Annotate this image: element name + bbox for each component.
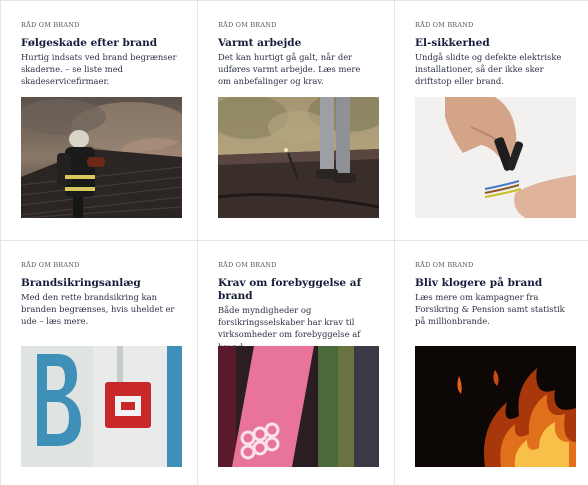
card-title[interactable]: Krav om forebyggelse af brand — [218, 277, 374, 303]
card-description: Undgå slidte og defekte elektriske insta… — [415, 52, 562, 87]
card-krav-om-forebyggelse[interactable]: RÅD OM BRAND Krav om forebyggelse af bra… — [198, 241, 395, 485]
card-bliv-klogere[interactable]: RÅD OM BRAND Bliv klogere på brand Læs m… — [395, 241, 588, 485]
card-eyebrow: RÅD OM BRAND — [415, 21, 474, 29]
card-eyebrow: RÅD OM BRAND — [218, 21, 277, 29]
card-title[interactable]: Bliv klogere på brand — [415, 277, 568, 290]
card-eyebrow: RÅD OM BRAND — [415, 261, 474, 269]
firefighter-roof-image[interactable] — [21, 97, 182, 218]
wire-stripping-image[interactable] — [415, 97, 576, 218]
fire-alarm-image[interactable] — [21, 346, 182, 467]
roofer-torch-image[interactable] — [218, 97, 379, 218]
binders-image[interactable] — [218, 346, 379, 467]
card-el-sikkerhed[interactable]: RÅD OM BRAND El-sikkerhed Undgå slidte o… — [395, 1, 588, 241]
card-description: Læs mere om kampagner fra Forsikring & P… — [415, 292, 565, 327]
card-title[interactable]: Varmt arbejde — [218, 37, 374, 50]
card-description: Det kan hurtigt gå galt, når der udføres… — [218, 52, 361, 87]
card-folgeskade[interactable]: RÅD OM BRAND Følgeskade efter brand Hurt… — [1, 1, 198, 241]
card-title[interactable]: Følgeskade efter brand — [21, 37, 177, 50]
flames-image[interactable] — [415, 346, 576, 467]
card-eyebrow: RÅD OM BRAND — [218, 261, 277, 269]
card-description: Hurtig indsats ved brand begrænser skade… — [21, 52, 177, 87]
card-title[interactable]: Brandsikringsanlæg — [21, 277, 177, 290]
card-eyebrow: RÅD OM BRAND — [21, 21, 80, 29]
article-card-grid: RÅD OM BRAND Følgeskade efter brand Hurt… — [0, 0, 588, 485]
card-varmt-arbejde[interactable]: RÅD OM BRAND Varmt arbejde Det kan hurti… — [198, 1, 395, 241]
card-title[interactable]: El-sikkerhed — [415, 37, 568, 50]
card-description: Med den rette brandsikring kan branden b… — [21, 292, 175, 327]
card-brandsikringsanlaeg[interactable]: RÅD OM BRAND Brandsikringsanlæg Med den … — [1, 241, 198, 485]
card-eyebrow: RÅD OM BRAND — [21, 261, 80, 269]
